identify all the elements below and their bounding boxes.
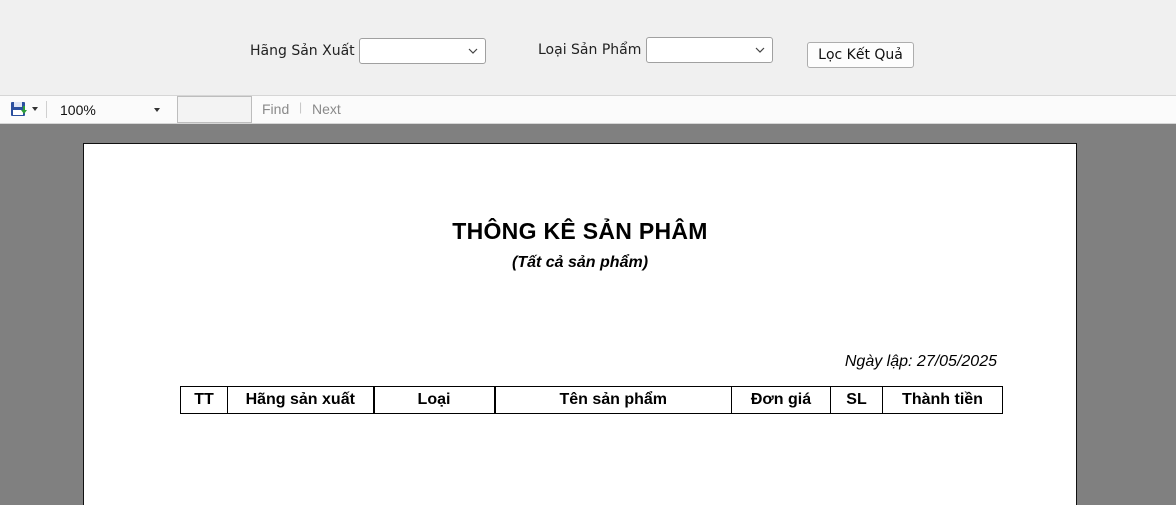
category-label: Loại Sản Phẩm xyxy=(538,42,642,58)
column-header-total: Thành tiền xyxy=(882,386,1003,414)
chevron-down-icon xyxy=(755,47,765,53)
column-header-product-name: Tên sản phẩm xyxy=(493,386,732,414)
column-header-manufacturer: Hãng sản xuất xyxy=(227,386,374,414)
toolbar-separator-text: | xyxy=(299,100,303,114)
manufacturer-label: Hãng Sản Xuất xyxy=(250,43,355,59)
report-subtitle: (Tất cả sản phẩm) xyxy=(511,254,649,271)
find-link[interactable]: Find xyxy=(262,101,289,117)
save-floppy-icon xyxy=(11,102,27,116)
column-header-tt: TT xyxy=(180,386,228,414)
report-page: THÔNG KÊ SẢN PHÂM (Tất cả sản phẩm) Ngày… xyxy=(83,143,1077,505)
dropdown-arrow-icon xyxy=(154,108,160,112)
find-text-input[interactable] xyxy=(177,96,252,123)
column-header-quantity: SL xyxy=(830,386,883,414)
table-header-row: TT Hãng sản xuất Loại Tên sản phẩm Đơn g… xyxy=(180,386,1003,414)
zoom-select[interactable]: 100% xyxy=(52,99,164,120)
column-header-category: Loại xyxy=(372,386,495,414)
report-toolbar: 100% Find | Next xyxy=(0,95,1176,124)
filter-bar: Hãng Sản Xuất Loại Sản Phẩm Lọc Kết Quả xyxy=(0,0,1176,95)
column-header-unit-price: Đơn giá xyxy=(731,386,831,414)
report-viewport[interactable]: THÔNG KÊ SẢN PHÂM (Tất cả sản phẩm) Ngày… xyxy=(0,124,1176,505)
export-button[interactable] xyxy=(8,99,42,120)
report-table: TT Hãng sản xuất Loại Tên sản phẩm Đơn g… xyxy=(180,386,1003,414)
next-link[interactable]: Next xyxy=(312,101,341,117)
zoom-value: 100% xyxy=(60,102,96,118)
report-title: THÔNG KÊ SẢN PHÂM xyxy=(452,218,708,244)
dropdown-arrow-icon xyxy=(32,107,38,111)
filter-results-button[interactable]: Lọc Kết Quả xyxy=(807,42,914,68)
manufacturer-select[interactable] xyxy=(359,38,486,64)
category-select[interactable] xyxy=(646,37,773,63)
toolbar-separator xyxy=(46,101,47,118)
report-date: Ngày lập: 27/05/2025 xyxy=(844,353,997,370)
chevron-down-icon xyxy=(468,48,478,54)
